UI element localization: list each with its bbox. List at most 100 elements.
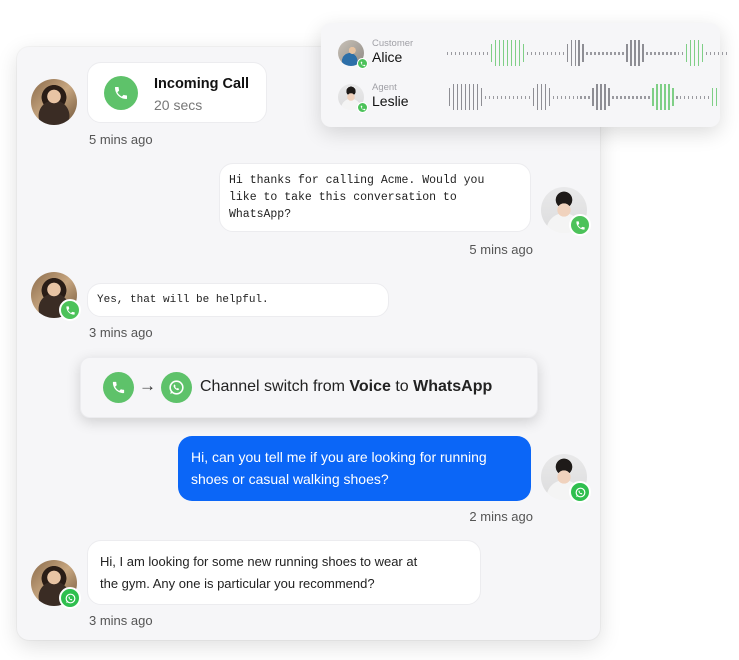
waveform-bar xyxy=(550,51,552,55)
channel-switch-middle: to xyxy=(395,378,409,395)
waveform-bar xyxy=(580,95,582,99)
waveform-bar xyxy=(576,95,578,99)
waveform-bar xyxy=(662,51,664,55)
waveform-bar xyxy=(624,95,626,99)
waveform-bar xyxy=(628,95,630,99)
waveform-bar xyxy=(566,44,568,62)
waveform-bar xyxy=(694,40,696,66)
waveform-bar xyxy=(656,84,658,110)
waveform-bar xyxy=(684,95,686,99)
waveform-bar xyxy=(574,40,576,66)
waveform-bar xyxy=(682,51,684,55)
customer-role-label: Customer xyxy=(372,38,414,49)
waveform-bar xyxy=(526,51,529,55)
agent-message: Hi, can you tell me if you are looking f… xyxy=(178,436,531,501)
customer-name: Alice xyxy=(372,49,403,65)
waveform-bar xyxy=(478,51,481,55)
waveform-bar xyxy=(640,95,642,99)
phone-icon xyxy=(103,372,134,403)
waveform-bar xyxy=(715,88,718,106)
waveform-bar xyxy=(602,51,604,55)
waveform-bar xyxy=(528,95,531,99)
waveform-bar xyxy=(652,88,654,106)
waveform-bar xyxy=(458,51,461,55)
waveform-bar xyxy=(702,44,704,62)
waveform-bar xyxy=(530,51,533,55)
waveform-bar xyxy=(713,51,716,55)
waveform-bar xyxy=(466,51,469,55)
waveform-bar xyxy=(688,95,690,99)
customer-avatar xyxy=(31,272,81,321)
phone-icon xyxy=(104,76,138,110)
waveform-bar xyxy=(666,51,668,55)
waveform-bar xyxy=(454,51,457,55)
waveform-bar xyxy=(721,51,724,55)
agent-role-label: Agent xyxy=(372,82,397,93)
waveform-bar xyxy=(540,84,543,110)
waveform-bar xyxy=(676,95,678,99)
message-line: like to take this conversation to xyxy=(229,191,457,204)
agent-avatar xyxy=(541,454,591,503)
incoming-call-card[interactable]: Incoming Call 20 secs xyxy=(87,62,267,123)
waveform-bar xyxy=(464,84,467,110)
waveform-bar xyxy=(506,40,509,66)
waveform-bar xyxy=(626,44,628,62)
waveform-bar xyxy=(462,51,465,55)
waveform-bar xyxy=(468,84,471,110)
phone-icon xyxy=(357,58,368,69)
waveform-bar xyxy=(588,95,590,99)
waveform-bar xyxy=(558,51,560,55)
customer-avatar xyxy=(31,79,77,125)
waveform-bar xyxy=(658,51,660,55)
waveform-bar xyxy=(622,51,624,55)
waveform-bar xyxy=(596,84,598,110)
waveform-bar xyxy=(650,51,652,55)
waveform-bar xyxy=(670,51,672,55)
customer-avatar xyxy=(31,560,81,609)
message-line: shoes or casual walking shoes? xyxy=(191,471,389,487)
waveform-bar xyxy=(644,95,646,99)
waveform-bar xyxy=(725,51,728,55)
agent-message: Hi thanks for calling Acme. Would you li… xyxy=(219,163,531,232)
whatsapp-icon xyxy=(59,587,81,609)
waveform-bar xyxy=(532,88,535,106)
waveform-bar xyxy=(646,51,648,55)
waveform-bar xyxy=(542,51,545,55)
waveform-bar xyxy=(474,51,477,55)
waveform-bar xyxy=(556,95,558,99)
waveform-bar xyxy=(584,95,586,99)
waveform-bar xyxy=(717,51,720,55)
whatsapp-icon xyxy=(161,372,192,403)
waveform-bar xyxy=(512,95,515,99)
waveform-bar xyxy=(450,51,453,55)
waveform-bar xyxy=(664,84,666,110)
timestamp: 5 mins ago xyxy=(89,132,153,147)
waveform-bar xyxy=(696,95,698,99)
waveform-bar xyxy=(472,84,475,110)
waveform-bar xyxy=(552,95,554,99)
waveform-bar xyxy=(630,40,632,66)
waveform-bar xyxy=(476,84,479,110)
waveform-bar xyxy=(482,51,485,55)
timestamp: 3 mins ago xyxy=(89,325,153,340)
waveform-bar xyxy=(504,95,507,99)
whatsapp-icon xyxy=(569,481,591,503)
waveform-bar xyxy=(516,95,519,99)
message-line: WhatsApp? xyxy=(229,208,292,221)
phone-icon xyxy=(357,102,368,113)
waveform-bar xyxy=(709,51,712,55)
participants-card: Customer Alice Agent Leslie xyxy=(321,23,728,127)
incoming-call-duration: 20 secs xyxy=(154,97,203,113)
waveform-bar xyxy=(460,84,463,110)
waveform-bar xyxy=(707,95,710,99)
channel-switch-text: Channel switch from Voice to WhatsApp xyxy=(200,378,492,396)
waveform-bar xyxy=(492,95,495,99)
waveform-bar xyxy=(686,44,688,62)
channel-switch-prefix: Channel switch from xyxy=(200,378,345,395)
waveform-bar xyxy=(672,88,674,106)
waveform-bar xyxy=(554,51,556,55)
waveform-bar xyxy=(614,51,616,55)
waveform-bar xyxy=(536,84,539,110)
waveform-bar xyxy=(486,51,489,55)
message-line: Yes, that will be helpful. xyxy=(97,294,269,306)
